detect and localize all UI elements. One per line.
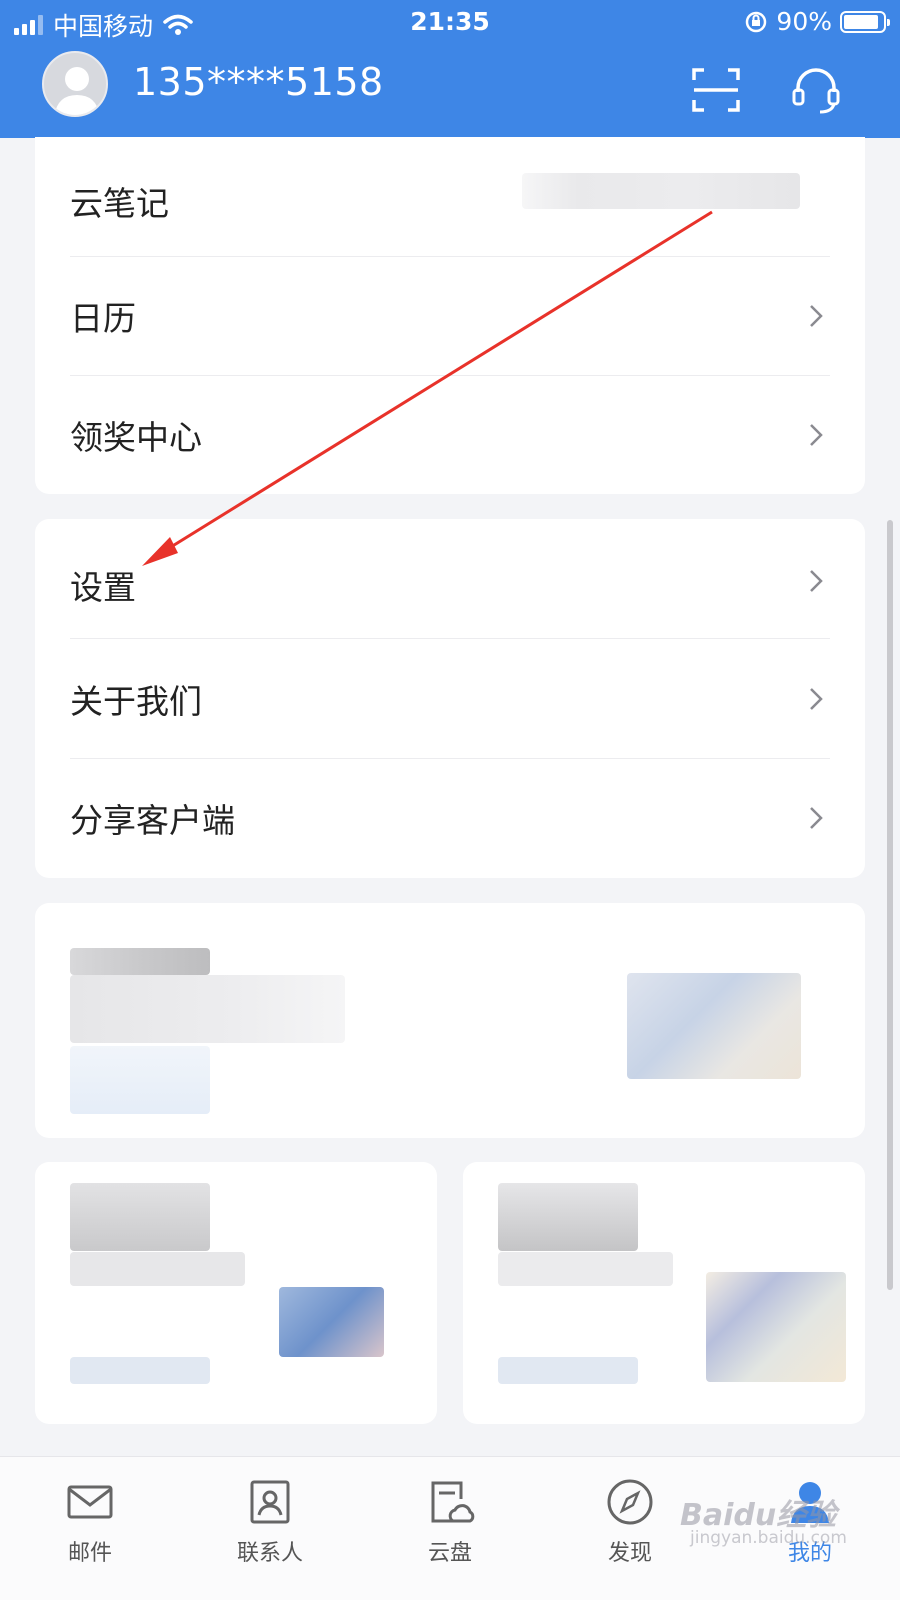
menu-item-label: 分享客户端	[70, 801, 235, 840]
tab-cloud-drive[interactable]: 云盘	[360, 1457, 540, 1600]
menu-item-label: 关于我们	[70, 682, 202, 721]
battery-percent: 90%	[776, 7, 832, 36]
menu-item-label: 领奖中心	[70, 418, 202, 457]
scrollbar[interactable]	[887, 520, 893, 1290]
tab-label: 邮件	[67, 1541, 112, 1566]
cloud-drive-icon	[431, 1481, 475, 1523]
blurred-content	[70, 1252, 245, 1286]
tab-label: 云盘	[427, 1541, 472, 1566]
app-header: 中国移动 21:35 90% 135****5158	[0, 0, 900, 138]
blurred-content	[70, 1046, 210, 1114]
tab-contacts[interactable]: 联系人	[180, 1457, 360, 1600]
menu-item-label: 云笔记	[70, 184, 169, 223]
watermark-url: jingyan.baidu.com	[690, 1528, 847, 1548]
menu-item-about-us[interactable]: 关于我们	[35, 639, 865, 759]
menu-item-settings[interactable]: 设置	[35, 519, 865, 639]
tab-label: 联系人	[236, 1541, 303, 1566]
chevron-right-icon	[810, 688, 823, 710]
tab-mail[interactable]: 邮件	[0, 1457, 180, 1600]
blurred-content	[498, 1183, 638, 1251]
menu-item-rewards-center[interactable]: 领奖中心	[35, 375, 865, 495]
blurred-card-left[interactable]	[35, 1162, 437, 1424]
menu-item-calendar[interactable]: 日历	[35, 256, 865, 376]
rotation-lock-icon	[746, 11, 767, 32]
blurred-content	[70, 1357, 210, 1384]
menu-group-1: 云笔记 日历 领奖中心	[35, 137, 865, 494]
menu-item-share-client[interactable]: 分享客户端	[35, 758, 865, 878]
menu-group-2: 设置 关于我们 分享客户端	[35, 519, 865, 878]
status-bar: 中国移动 21:35 90%	[0, 0, 900, 44]
blurred-card-right[interactable]	[463, 1162, 865, 1424]
compass-icon	[607, 1479, 653, 1525]
chevron-right-icon	[810, 807, 823, 829]
blurred-image	[627, 973, 801, 1079]
blurred-image	[706, 1272, 846, 1382]
menu-item-label: 设置	[70, 568, 136, 607]
chevron-right-icon	[810, 424, 823, 446]
blurred-content	[70, 948, 210, 975]
blurred-content	[70, 1183, 210, 1251]
blurred-content	[70, 975, 345, 1043]
contacts-icon	[250, 1480, 290, 1524]
blurred-image	[279, 1287, 384, 1357]
chevron-right-icon	[810, 570, 823, 592]
chevron-right-icon	[810, 305, 823, 327]
headset-icon[interactable]	[790, 64, 842, 116]
menu-item-cloud-notes[interactable]: 云笔记	[35, 137, 865, 257]
blurred-content	[498, 1252, 673, 1286]
menu-item-label: 日历	[70, 299, 136, 338]
battery-icon	[840, 10, 890, 33]
scan-icon[interactable]	[690, 64, 742, 116]
avatar[interactable]	[42, 51, 108, 117]
blurred-content	[522, 173, 800, 209]
mail-icon	[67, 1485, 113, 1519]
account-phone[interactable]: 135****5158	[133, 60, 384, 104]
blurred-promo-card[interactable]	[35, 903, 865, 1138]
blurred-content	[498, 1357, 638, 1384]
